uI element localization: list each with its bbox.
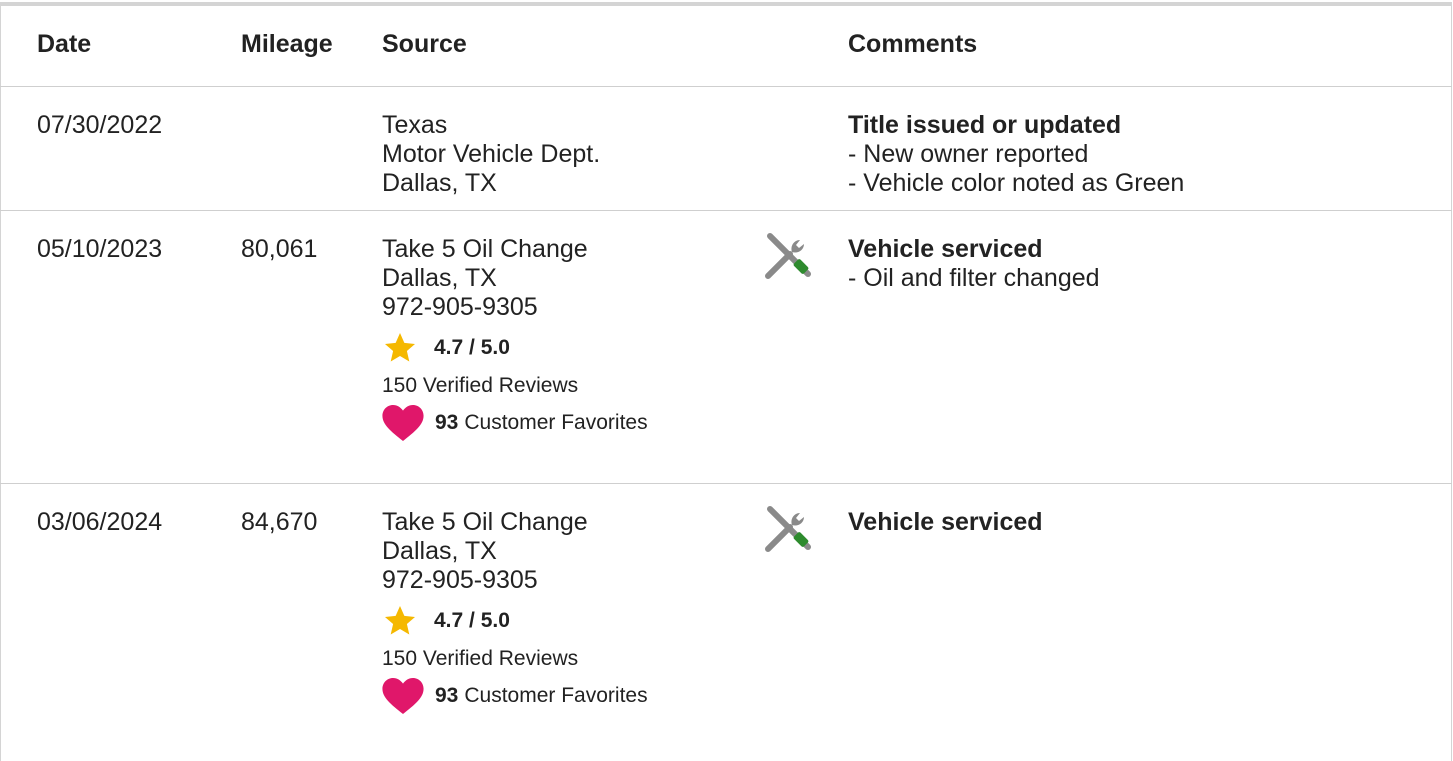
- header-mileage: Mileage: [204, 6, 349, 87]
- row-date: 05/10/2023: [0, 211, 204, 484]
- heart-icon: [382, 405, 424, 441]
- favorites-count: 93: [435, 684, 459, 707]
- star-icon: [385, 333, 415, 362]
- header-date: Date: [0, 6, 204, 87]
- row-source: Texas Motor Vehicle Dept. Dallas, TX: [349, 87, 727, 211]
- source-line[interactable]: Take 5 Oil Change: [382, 508, 727, 537]
- comment-bullet: - Oil and filter changed: [848, 264, 1100, 292]
- rating: 4.7 / 5.0: [382, 330, 727, 366]
- source-line: Texas: [382, 111, 448, 139]
- row-date: 07/30/2022: [0, 87, 204, 211]
- vehicle-history-table: Date Mileage Source Comments 07/30/2022 …: [0, 6, 1452, 761]
- rating-value: 4.7 / 5.0: [434, 336, 510, 359]
- source-line: Dallas, TX: [382, 537, 497, 565]
- favorites-label: Customer Favorites: [464, 411, 648, 434]
- row-mileage: 80,061: [204, 211, 349, 484]
- comment-title: Vehicle serviced: [848, 508, 1043, 536]
- row-source: Take 5 Oil Change Dallas, TX 972-905-930…: [349, 484, 727, 761]
- heart-icon: [382, 678, 424, 714]
- favorites-label: Customer Favorites: [464, 684, 648, 707]
- star-icon: [385, 606, 415, 635]
- header-source: Source: [349, 6, 727, 87]
- rating: 4.7 / 5.0: [382, 603, 727, 639]
- reviews-count[interactable]: 150 Verified Reviews: [382, 373, 727, 399]
- service-tools-icon: [765, 233, 811, 279]
- row-source: Take 5 Oil Change Dallas, TX 972-905-930…: [349, 211, 727, 484]
- rating-value: 4.7 / 5.0: [434, 609, 510, 632]
- comment-bullet: - Vehicle color noted as Green: [848, 169, 1185, 197]
- source-line: 972-905-9305: [382, 293, 538, 321]
- row-mileage: 84,670: [241, 508, 318, 536]
- header-comments: Comments: [727, 6, 1452, 87]
- source-line: Motor Vehicle Dept.: [382, 140, 601, 168]
- comment-title: Vehicle serviced: [848, 235, 1043, 263]
- row-date: 03/06/2024: [37, 508, 163, 536]
- source-line: Dallas, TX: [382, 264, 497, 292]
- customer-favorites: 93 Customer Favorites: [382, 678, 727, 714]
- source-line: Dallas, TX: [382, 169, 497, 197]
- row-comments: Title issued or updated - New owner repo…: [727, 87, 1452, 211]
- row-comments: Vehicle serviced - Oil and filter change…: [727, 211, 1452, 484]
- favorites-count: 93: [435, 411, 459, 434]
- comment-title: Title issued or updated: [848, 111, 1122, 139]
- row-comments: Vehicle serviced: [727, 484, 1452, 761]
- comment-bullet: - New owner reported: [848, 140, 1089, 168]
- row-mileage: [204, 87, 349, 211]
- customer-favorites: 93 Customer Favorites: [382, 405, 727, 441]
- source-line[interactable]: Take 5 Oil Change: [382, 235, 727, 264]
- reviews-count[interactable]: 150 Verified Reviews: [382, 646, 727, 672]
- source-line: 972-905-9305: [382, 566, 538, 594]
- service-tools-icon: [765, 506, 811, 552]
